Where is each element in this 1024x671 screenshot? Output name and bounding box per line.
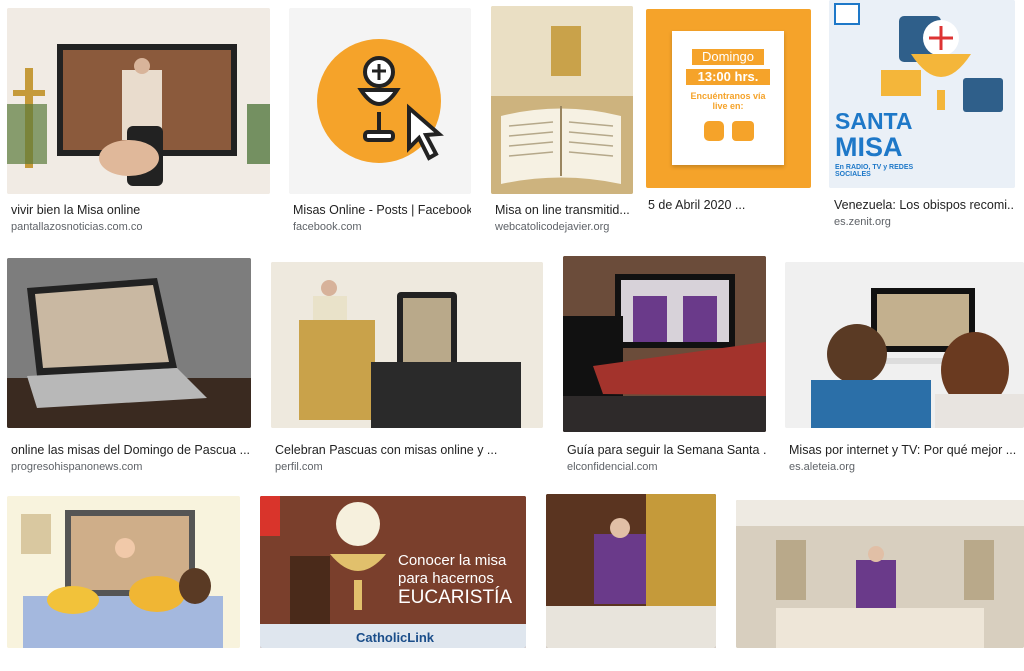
redes-label: En RADIO, TV y REDES SOCIALES <box>835 164 914 178</box>
result-source[interactable]: webcatolicodejavier.org <box>495 221 609 233</box>
result-thumbnail[interactable] <box>7 258 251 428</box>
result-thumbnail[interactable] <box>563 256 766 432</box>
result-source[interactable]: elconfidencial.com <box>567 461 658 473</box>
result-title[interactable]: Misas Online - Posts | Facebook <box>293 203 471 217</box>
result-thumbnail[interactable] <box>7 496 240 648</box>
result-title[interactable]: 5 de Abril 2020 ... <box>648 198 808 212</box>
result-thumbnail[interactable]: SANTA MISA En RADIO, TV y REDES SOCIALES <box>829 0 1015 188</box>
instagram-icon <box>704 121 724 141</box>
kids-tv-image <box>785 262 1024 428</box>
misa-label: MISA <box>835 132 903 162</box>
result-title[interactable]: vivir bien la Misa online <box>11 203 266 217</box>
result-thumbnail[interactable] <box>491 6 633 194</box>
eucaristia-label: EUCARISTÍA <box>398 587 513 608</box>
result-source[interactable]: progresohispanonews.com <box>11 461 142 473</box>
tablet-altar-image <box>271 262 543 428</box>
result-thumbnail[interactable] <box>736 500 1024 648</box>
result-title[interactable]: Guía para seguir la Semana Santa ... <box>567 443 766 457</box>
result-title[interactable]: Misas por internet y TV: Por qué mejor .… <box>789 443 1019 457</box>
result-title[interactable]: online las misas del Domingo de Pascua .… <box>11 443 251 457</box>
tv-mass-image <box>7 8 270 194</box>
result-source[interactable]: es.zenit.org <box>834 216 891 228</box>
result-source[interactable]: facebook.com <box>293 221 361 233</box>
result-thumbnail[interactable] <box>785 262 1024 428</box>
result-title[interactable]: Celebran Pascuas con misas online y ... <box>275 443 543 457</box>
result-thumbnail[interactable] <box>289 8 471 194</box>
result-thumbnail[interactable]: Domingo 13:00 hrs. Encuéntranos vía live… <box>646 9 811 188</box>
domingo-label: Domingo <box>692 49 764 65</box>
santa-label: SANTA <box>835 108 913 134</box>
result-source[interactable]: pantallazosnoticias.com.co <box>11 221 142 233</box>
result-thumbnail[interactable] <box>7 8 270 194</box>
couple-tv-image <box>563 256 766 432</box>
bible-chalice-image <box>491 6 633 194</box>
chapel-image <box>736 500 1024 648</box>
encuentranos-label: Encuéntranos vía live en: <box>690 91 766 111</box>
cartoon-family-tv-image <box>7 496 240 648</box>
result-thumbnail[interactable]: Conocer la misa para hacernos EUCARISTÍA… <box>260 496 526 648</box>
result-title[interactable]: Venezuela: Los obispos recomi... <box>834 198 1014 212</box>
catholiclink-label: CatholicLink <box>356 630 435 645</box>
conocer-label: Conocer la misa para hacernos <box>398 552 507 587</box>
laptop-mass-image <box>7 258 251 428</box>
time-label: 13:00 hrs. <box>686 69 770 85</box>
result-title[interactable]: Misa on line transmitid... <box>495 203 633 217</box>
result-thumbnail[interactable] <box>271 262 543 428</box>
youtube-icon <box>732 121 754 141</box>
result-thumbnail[interactable] <box>546 494 716 648</box>
priest-altar-image <box>546 494 716 648</box>
result-source[interactable]: perfil.com <box>275 461 323 473</box>
result-source[interactable]: es.aleteia.org <box>789 461 855 473</box>
chalice-cursor-icon <box>317 39 444 163</box>
